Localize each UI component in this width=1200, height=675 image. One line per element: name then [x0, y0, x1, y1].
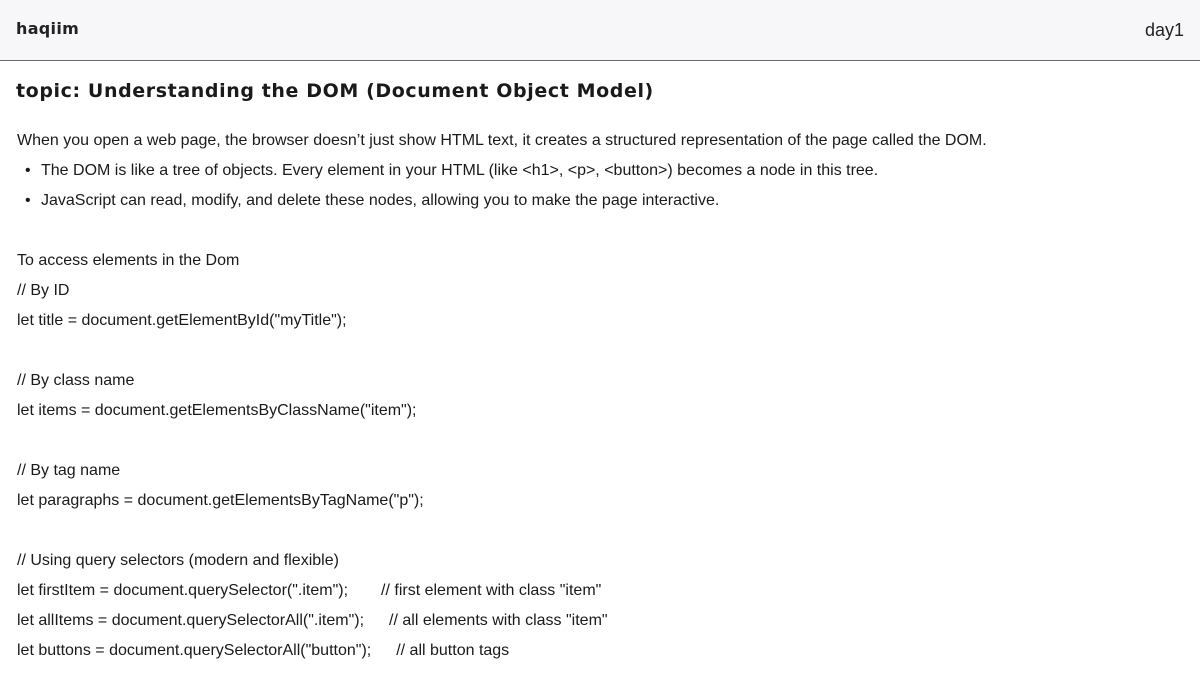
bullet-icon: • [25, 192, 31, 209]
code-comment: // By ID [17, 282, 70, 299]
code-line: let title = document.getElementById("myT… [17, 312, 347, 329]
code-line: let allItems = document.querySelectorAll… [17, 606, 1187, 636]
code-line: let firstItem = document.querySelector("… [17, 576, 1187, 606]
top-bar: haqiim day1 [0, 0, 1200, 61]
page-title: topic: Understanding the DOM (Document O… [16, 80, 654, 102]
code-line: let paragraphs = document.getElementsByT… [17, 492, 424, 509]
code-line: let buttons = document.querySelectorAll(… [17, 636, 1187, 666]
bullet-text: JavaScript can read, modify, and delete … [41, 192, 720, 209]
brand-name: haqiim [16, 19, 80, 38]
inline-comment: // first element with class "item" [381, 582, 602, 599]
document-body: When you open a web page, the browser do… [17, 126, 1187, 666]
day-label: day1 [1144, 20, 1184, 40]
code-comment: // Using query selectors (modern and fle… [17, 552, 339, 569]
code-text: let buttons = document.querySelectorAll(… [17, 642, 372, 659]
code-comment: // By tag name [17, 462, 121, 479]
code-line: let items = document.getElementsByClassN… [17, 402, 417, 419]
bullet-text: The DOM is like a tree of objects. Every… [41, 162, 879, 179]
list-item: • JavaScript can read, modify, and delet… [17, 186, 1187, 216]
code-text: let allItems = document.querySelectorAll… [17, 612, 365, 629]
intro-paragraph: When you open a web page, the browser do… [17, 132, 987, 149]
code-text: let firstItem = document.querySelector("… [17, 582, 349, 599]
code-comment: // By class name [17, 372, 135, 389]
list-item: • The DOM is like a tree of objects. Eve… [17, 156, 1187, 186]
inline-comment: // all button tags [396, 642, 510, 659]
access-heading: To access elements in the Dom [17, 252, 240, 269]
inline-comment: // all elements with class "item" [389, 612, 608, 629]
bullet-icon: • [25, 162, 31, 179]
